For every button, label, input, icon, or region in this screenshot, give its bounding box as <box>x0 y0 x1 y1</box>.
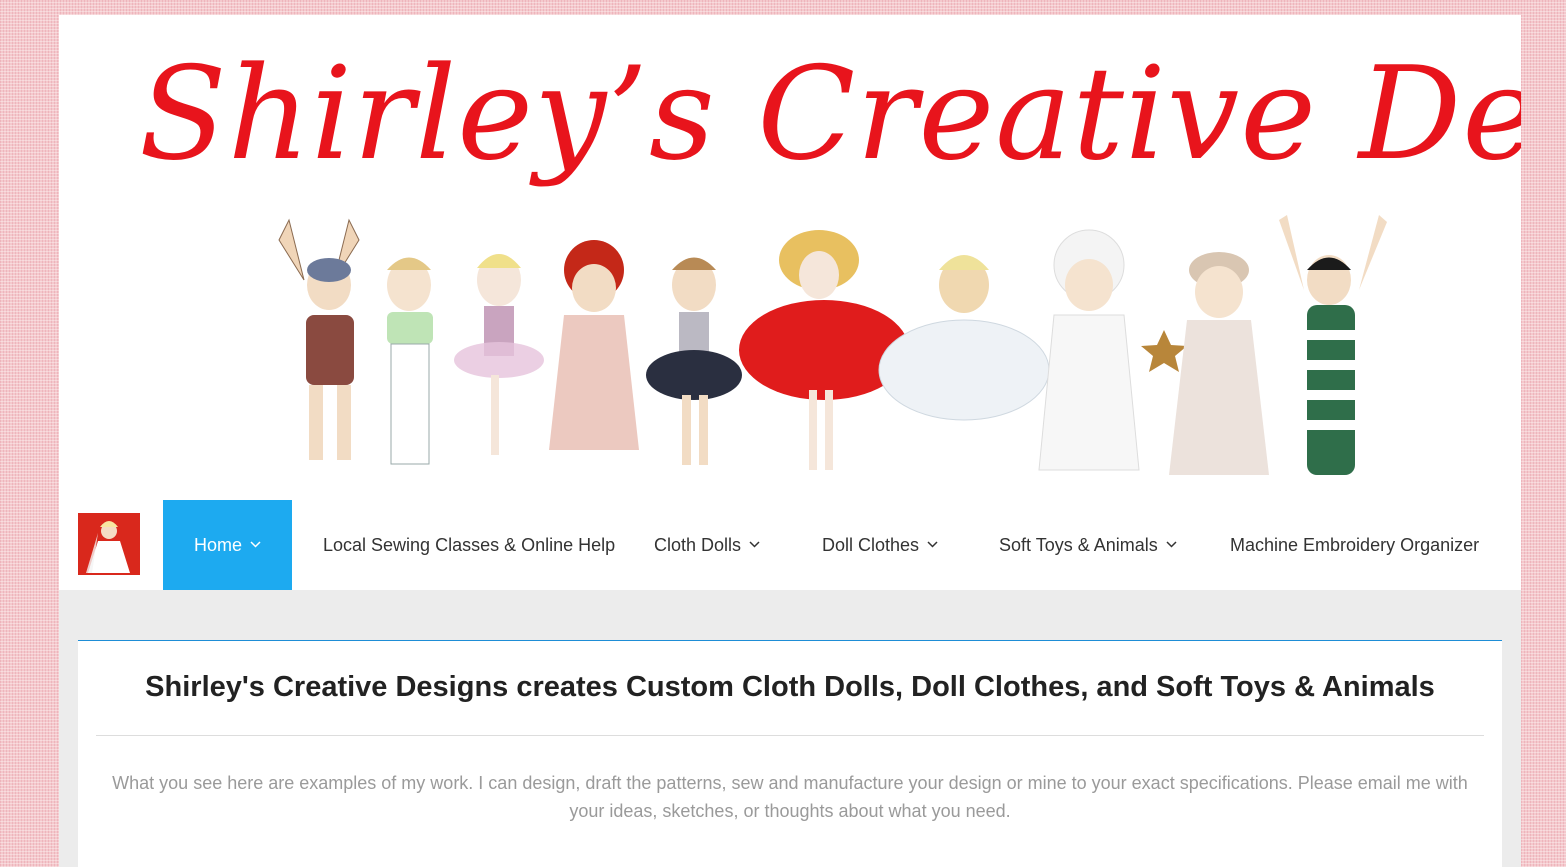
site-header-banner[interactable]: Shirley’s Creative Designs <box>59 15 1521 500</box>
content-card: Shirley's Creative Designs creates Custo… <box>78 640 1502 867</box>
nav-item-soft-toys[interactable]: Soft Toys & Animals <box>999 500 1177 590</box>
doll-lineup-illustration <box>278 215 1387 475</box>
doll-figure <box>387 257 433 465</box>
nav-item-label: Cloth Dolls <box>654 535 742 555</box>
doll-figure <box>739 230 909 470</box>
nav-item-cloth-dolls[interactable]: Cloth Dolls <box>654 500 760 590</box>
doll-figure <box>1169 252 1269 475</box>
doll-figure <box>646 257 742 465</box>
nav-item-doll-clothes[interactable]: Doll Clothes <box>822 500 938 590</box>
main-navigation: Home Local Sewing Classes & Online Help … <box>59 500 1521 590</box>
nav-item-embroidery-organizer[interactable]: Machine Embroidery Organizer <box>1230 500 1479 590</box>
page-description: What you see here are examples of my wor… <box>112 773 1468 821</box>
page-title: Shirley's Creative Designs creates Custo… <box>145 671 1435 703</box>
nav-item-label: Machine Embroidery Organizer <box>1230 535 1480 555</box>
doll-figure <box>454 254 544 455</box>
site-logo-thumbnail[interactable] <box>78 513 140 575</box>
nav-item-label: Local Sewing Classes & Online Help <box>323 535 616 555</box>
chevron-down-icon <box>927 541 938 548</box>
bride-doll-icon <box>78 513 140 575</box>
doll-figure <box>1038 229 1187 471</box>
doll-figure <box>1279 215 1387 475</box>
site-logo-text[interactable]: Shirley’s Creative Designs <box>139 40 1521 190</box>
nav-item-home[interactable]: Home <box>163 500 292 590</box>
doll-figure <box>278 218 360 460</box>
nav-item-label: Home <box>193 535 242 555</box>
chevron-down-icon <box>749 541 760 548</box>
page-container: Shirley’s Creative Designs <box>59 15 1521 867</box>
nav-item-label: Soft Toys & Animals <box>999 535 1158 555</box>
chevron-down-icon <box>1166 541 1177 548</box>
chevron-down-icon <box>250 541 261 548</box>
nav-item-label: Doll Clothes <box>822 535 920 555</box>
divider <box>96 735 1484 736</box>
doll-figure <box>549 240 639 450</box>
nav-item-sewing-classes[interactable]: Local Sewing Classes & Online Help <box>323 500 615 590</box>
doll-figure <box>878 255 1050 421</box>
